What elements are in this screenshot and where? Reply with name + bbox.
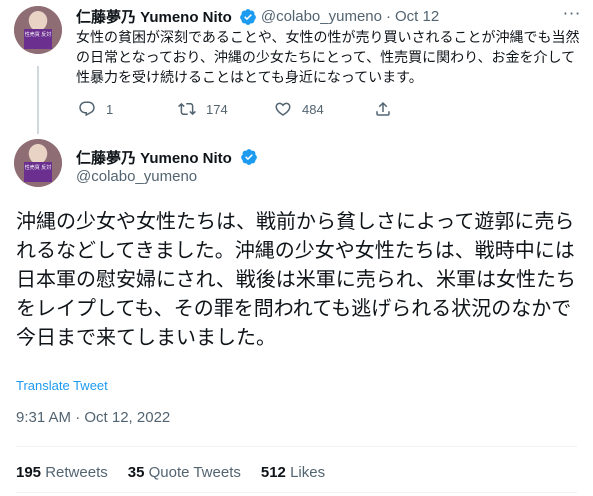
retweet-icon [178,102,196,116]
likes-label: Likes [290,464,326,481]
like-count: 484 [302,101,324,117]
reply-tweet-header: 仁藤夢乃 Yumeno Nito @colabo_yumeno · Oct 12 [76,6,439,27]
retweets-label: Retweets [45,464,108,481]
thread-connector-line [37,66,39,134]
main-author-name[interactable]: 仁藤夢乃 Yumeno Nito [76,150,232,167]
divider [16,446,577,447]
reply-author-name[interactable]: 仁藤夢乃 Yumeno Nito [76,6,232,27]
more-options-button[interactable]: ··· [560,4,584,24]
verified-badge-icon [239,8,256,25]
main-author-handle[interactable]: @colabo_yumeno [76,168,197,185]
reply-tweet-actions: 1 174 484 [78,100,392,118]
retweets-stat[interactable]: 195 Retweets [16,464,108,481]
avatar-face [29,144,47,164]
engagement-stats: 195 Retweets 35 Quote Tweets 512 Likes [16,464,345,481]
verified-badge-icon [241,149,257,165]
main-author-avatar[interactable]: 性売買 反対 [14,139,62,187]
avatar-sign: 性売買 反対 [24,29,52,49]
retweets-count: 195 [16,464,42,481]
translate-tweet-link[interactable]: Translate Tweet [16,378,108,393]
reply-author-handle[interactable]: @colabo_yumeno [261,8,382,25]
avatar-sign: 性売買 反対 [24,162,52,182]
reply-button[interactable]: 1 [78,100,178,118]
reply-count: 1 [106,101,114,117]
tweet-timestamp[interactable]: 9:31 AM · Oct 12, 2022 [16,409,170,426]
like-button[interactable]: 484 [274,100,374,118]
reply-author-avatar[interactable]: 性売買 反対 [14,6,62,54]
reply-tweet-date[interactable]: Oct 12 [395,8,439,25]
likes-stat[interactable]: 512 Likes [261,464,325,481]
reply-icon [79,101,95,117]
avatar-face [29,11,47,31]
quote-tweets-label: Quote Tweets [148,464,241,481]
retweet-button[interactable]: 174 [178,100,274,118]
main-tweet-header: 仁藤夢乃 Yumeno Nito [76,147,258,168]
quote-tweets-count: 35 [127,464,145,481]
likes-count: 512 [260,464,286,481]
main-tweet-text: 沖縄の少女や女性たちは、戦前から貧しさによって遊郭に売られるなどしてきました。沖… [16,209,576,349]
quote-tweets-stat[interactable]: 35 Quote Tweets [128,464,241,481]
retweet-count: 174 [206,101,228,117]
heart-icon [275,102,291,116]
share-button[interactable] [374,100,392,118]
share-icon [376,101,390,116]
reply-tweet-text: 女性の貧困が深刻であることや、女性の性が売り買いされることが沖縄でも当然の日常と… [76,30,580,86]
header-separator: · [385,8,391,25]
divider [16,492,577,493]
